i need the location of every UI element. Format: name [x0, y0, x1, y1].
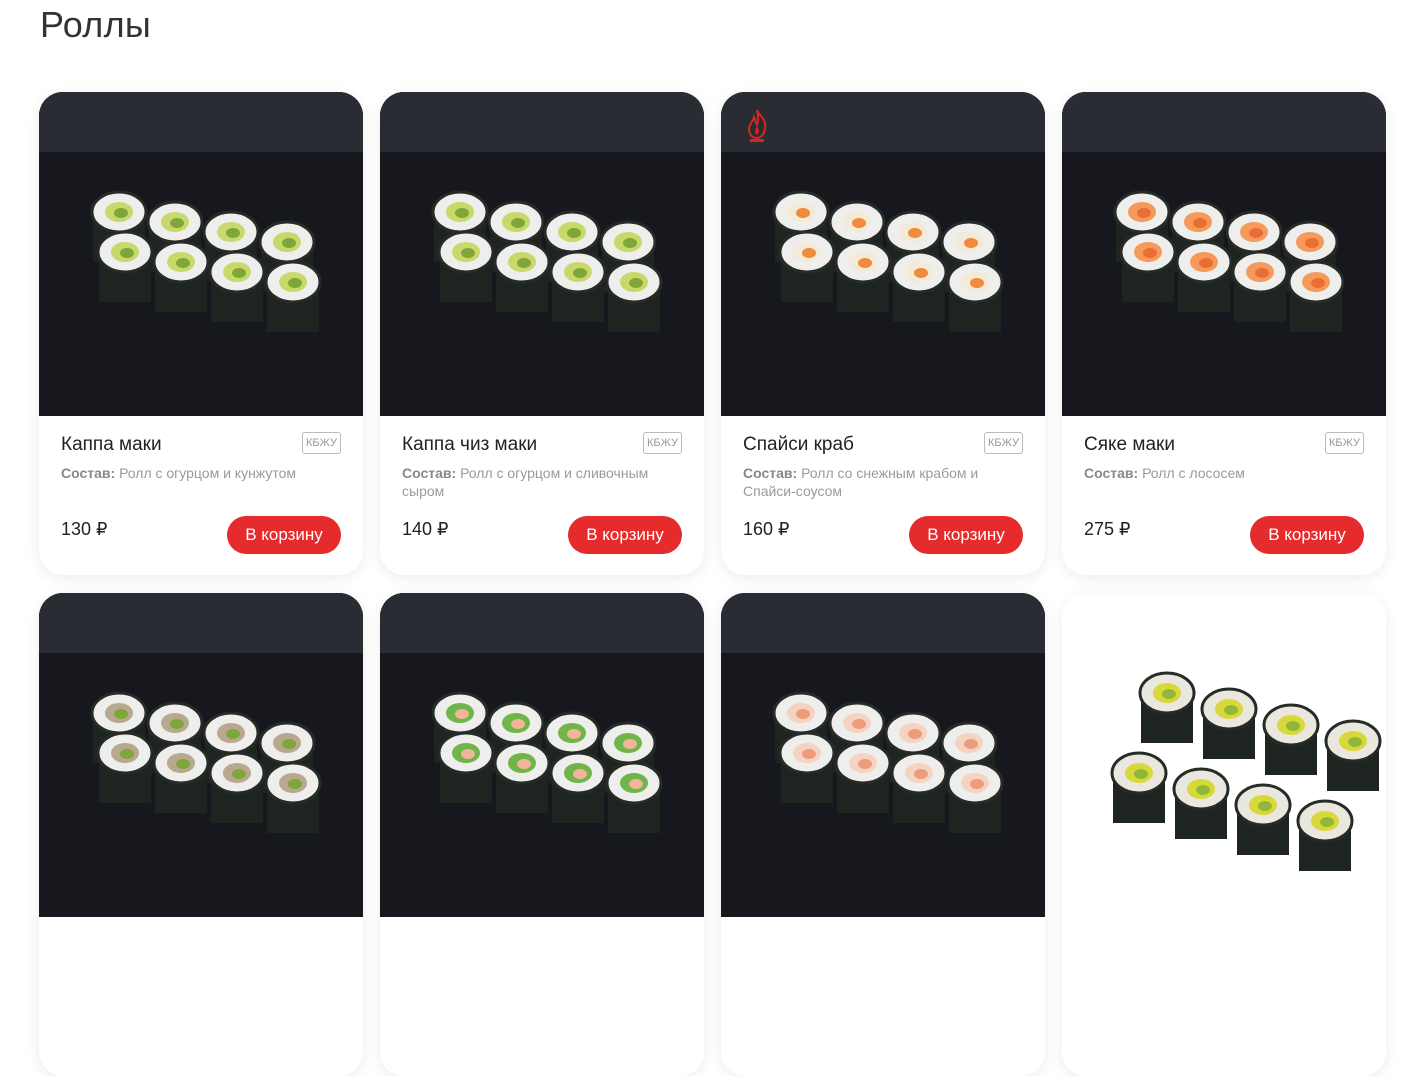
product-card[interactable] — [380, 593, 704, 1076]
product-photo[interactable] — [721, 593, 1045, 917]
product-composition: Состав: Ролл с огурцом и кунжутом — [61, 464, 333, 482]
product-card[interactable] — [1062, 593, 1386, 1076]
product-photo[interactable] — [380, 92, 704, 416]
composition-label: Состав: — [402, 465, 457, 481]
sushi-roll-image — [721, 593, 1045, 917]
product-info: Каппа чиз маки КБЖУ Состав: Ролл с огурц… — [380, 416, 704, 575]
product-photo[interactable] — [380, 593, 704, 917]
sushi-roll-image — [39, 593, 363, 917]
product-card[interactable] — [39, 593, 363, 1076]
product-composition: Состав: Ролл с огурцом и сливочным сыром — [402, 464, 674, 500]
composition-label: Состав: — [61, 465, 116, 481]
kbju-button[interactable]: КБЖУ — [642, 432, 682, 454]
product-grid: Каппа маки КБЖУ Состав: Ролл с огурцом и… — [39, 92, 1386, 1076]
product-photo[interactable] — [1062, 593, 1386, 917]
product-price: 130 ₽ — [61, 519, 108, 539]
add-to-cart-button[interactable]: В корзину — [568, 516, 682, 554]
sushi-roll-image — [1062, 92, 1386, 416]
sushi-roll-image — [380, 593, 704, 917]
flame-hot-icon — [743, 108, 771, 144]
kbju-button[interactable]: КБЖУ — [983, 432, 1023, 454]
composition-label: Состав: — [1084, 465, 1139, 481]
product-info: Каппа маки КБЖУ Состав: Ролл с огурцом и… — [39, 416, 363, 575]
composition-text: Ролл с лососем — [1138, 465, 1245, 481]
product-card[interactable]: Сяке маки КБЖУ Состав: Ролл с лососем 27… — [1062, 92, 1386, 575]
composition-label: Состав: — [743, 465, 798, 481]
product-composition: Состав: Ролл со снежным крабом и Спайси-… — [743, 464, 1015, 500]
product-info: Спайси краб КБЖУ Состав: Ролл со снежным… — [721, 416, 1045, 575]
sushi-roll-image — [39, 92, 363, 416]
kbju-button[interactable]: КБЖУ — [1324, 432, 1364, 454]
product-card[interactable]: Спайси краб КБЖУ Состав: Ролл со снежным… — [721, 92, 1045, 575]
product-card[interactable] — [721, 593, 1045, 1076]
product-photo[interactable] — [39, 92, 363, 416]
add-to-cart-button[interactable]: В корзину — [1250, 516, 1364, 554]
product-card[interactable]: Каппа маки КБЖУ Состав: Ролл с огурцом и… — [39, 92, 363, 575]
product-name[interactable]: Каппа маки — [61, 434, 162, 456]
kbju-button[interactable]: КБЖУ — [301, 432, 341, 454]
product-name[interactable]: Спайси краб — [743, 434, 854, 456]
composition-text: Ролл с огурцом и кунжутом — [115, 465, 296, 481]
product-price: 140 ₽ — [402, 519, 449, 539]
page-title: Роллы — [40, 4, 152, 45]
product-info: Сяке маки КБЖУ Состав: Ролл с лососем 27… — [1062, 416, 1386, 575]
product-name[interactable]: Каппа чиз маки — [402, 434, 537, 456]
product-name[interactable]: Сяке маки — [1084, 434, 1175, 456]
product-photo[interactable] — [1062, 92, 1386, 416]
product-photo[interactable] — [39, 593, 363, 917]
product-price: 275 ₽ — [1084, 519, 1131, 539]
product-photo[interactable] — [721, 92, 1045, 416]
product-card[interactable]: Каппа чиз маки КБЖУ Состав: Ролл с огурц… — [380, 92, 704, 575]
product-composition: Состав: Ролл с лососем — [1084, 464, 1356, 482]
product-price: 160 ₽ — [743, 519, 790, 539]
sushi-roll-image — [1110, 671, 1382, 871]
add-to-cart-button[interactable]: В корзину — [227, 516, 341, 554]
sushi-roll-image — [380, 92, 704, 416]
add-to-cart-button[interactable]: В корзину — [909, 516, 1023, 554]
